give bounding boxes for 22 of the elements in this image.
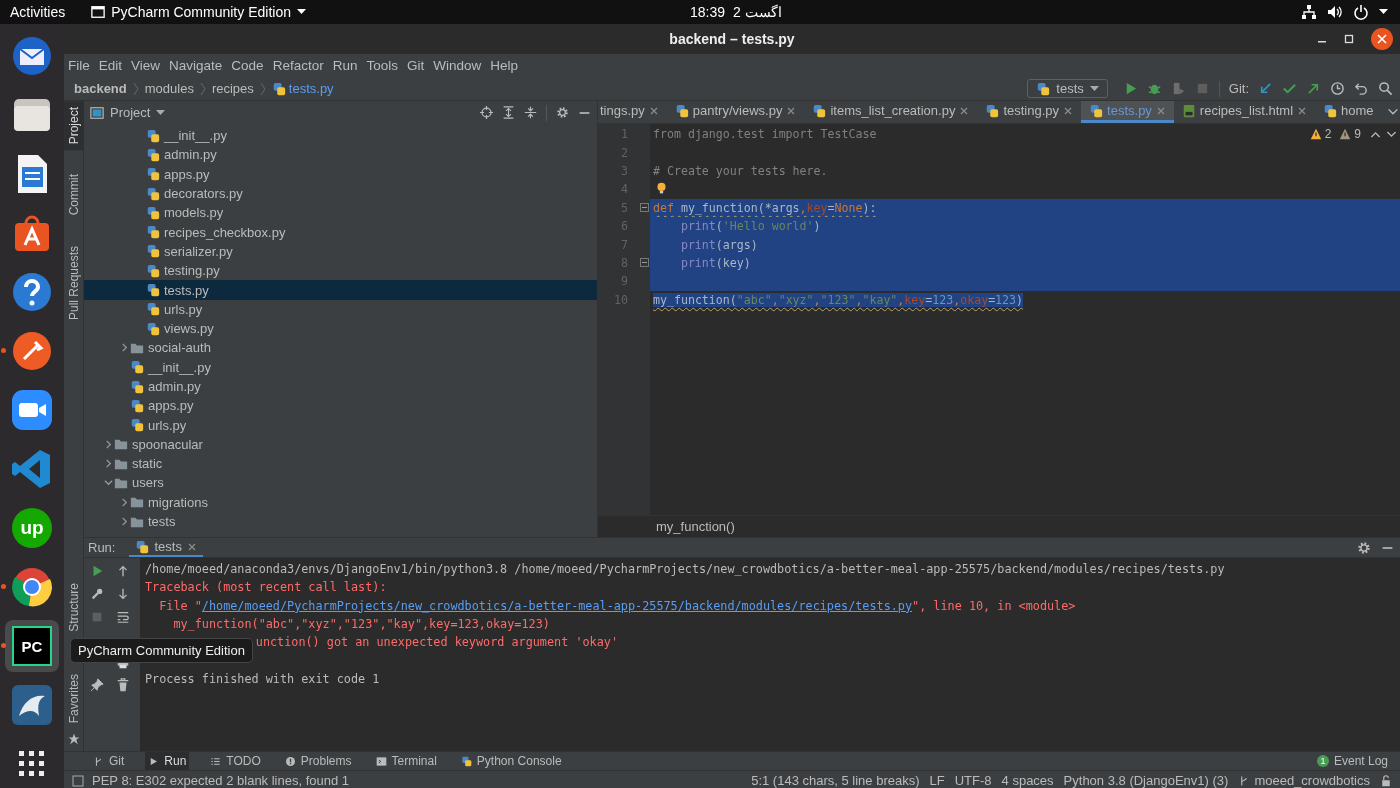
console-line: Traceback (most recent call last):: [145, 579, 387, 597]
code-line: def my_function(*args,key=None):: [653, 200, 877, 215]
notification-badge: 1: [1316, 755, 1329, 767]
console-line: unction() got an unexpected keyword argument 'okay': [255, 634, 618, 652]
console-line: Process finished with exit code 1: [145, 670, 380, 688]
console-line: my_function("abc","xyz","123","kay",key=123,okay=123): [172, 616, 550, 634]
clock-time: 18:39: [690, 4, 726, 20]
clock-date: 2 اگست: [733, 4, 782, 20]
logo-icon: PC: [12, 626, 52, 666]
tooltip: PyCharm Community Edition: [70, 638, 253, 663]
git-label: Git:: [1228, 81, 1249, 96]
window-title: backend – tests.py: [669, 31, 795, 47]
code-line: print(key): [680, 255, 751, 270]
logo-icon: up: [12, 508, 52, 548]
code-line: # Create your tests here.: [653, 163, 828, 178]
console-line: File "/home/moeed/PycharmProjects/new_crowdbotics/a-better-meal-app-25575/backend/modules/recipes/tests.py", line 10, in <module>: [158, 597, 1076, 615]
status-message: PEP 8: E302 expected 2 blank lines, found 1: [92, 773, 350, 788]
code-line: print('Hello world'): [680, 219, 821, 234]
code-line: from django.test import TestCase: [653, 127, 877, 142]
panel-title: Run:: [88, 540, 116, 555]
code-line: print(args): [680, 237, 758, 252]
console-line: /home/moeed/anaconda3/envs/DjangoEnv1/bin/python3.8 /home/moeed/PycharmProjects/new_crowdbotics/a-better-meal-app-25575/backend/modules/recipes/tests.py: [145, 561, 1225, 579]
